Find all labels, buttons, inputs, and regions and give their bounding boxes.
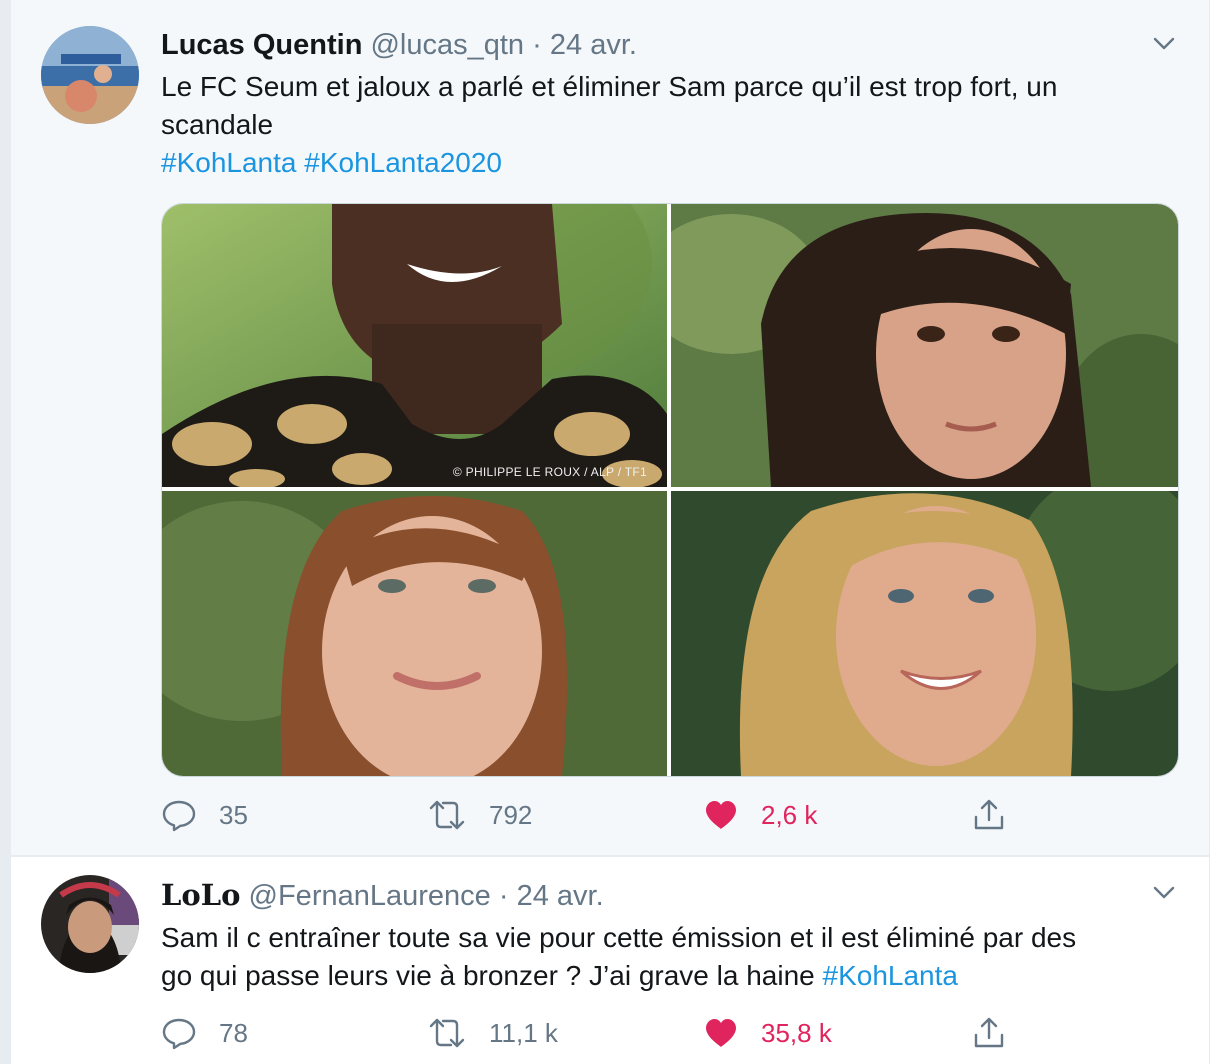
- author-name[interactable]: LoLo: [161, 878, 240, 912]
- photo-credit: © PHILIPPE LE ROUX / ALP / TF1: [452, 465, 647, 479]
- photo[interactable]: © PHILIPPE LE ROUX / ALP / TF1: [162, 204, 667, 487]
- reply-button[interactable]: 78: [161, 1013, 248, 1053]
- avatar-image: [41, 875, 139, 973]
- retweet-icon: [429, 800, 465, 830]
- tweet-header: Lucas Quentin @lucas_qtn · 24 avr.: [161, 28, 637, 62]
- avatar[interactable]: [41, 875, 139, 973]
- like-count: 2,6 k: [761, 799, 818, 830]
- timeline: Lucas Quentin @lucas_qtn · 24 avr. Le FC…: [10, 0, 1210, 1064]
- retweet-button[interactable]: 792: [427, 795, 532, 835]
- photo[interactable]: [671, 491, 1178, 776]
- reply-count: 35: [219, 799, 248, 830]
- tweet-actions: 35 792 2,6 k: [161, 795, 1061, 835]
- author-handle[interactable]: @FernanLaurence: [249, 880, 491, 912]
- share-button[interactable]: [971, 795, 1007, 835]
- photo[interactable]: [162, 491, 667, 776]
- tweet-actions: 78 11,1 k 35,8 k: [161, 1013, 1061, 1053]
- tweet[interactable]: LoLo @FernanLaurence · 24 avr. Sam il c …: [11, 857, 1209, 1064]
- heart-icon: [706, 801, 736, 829]
- photo-image: [671, 491, 1178, 776]
- heart-icon: [706, 1019, 736, 1047]
- reply-count: 78: [219, 1017, 248, 1048]
- hashtag-link[interactable]: #KohLanta2020: [304, 147, 502, 178]
- reply-icon: [162, 800, 196, 832]
- retweet-button[interactable]: 11,1 k: [427, 1013, 558, 1053]
- tweet-text: Le FC Seum et jaloux a parlé et éliminer…: [161, 68, 1171, 182]
- tweet-text-line: go qui passe leurs vie à bronzer ? J’ai …: [161, 957, 1191, 995]
- retweet-icon: [429, 1018, 465, 1048]
- retweet-count: 792: [489, 799, 533, 830]
- grid-divider: [162, 487, 1178, 491]
- like-button[interactable]: 2,6 k: [703, 795, 817, 835]
- reply-button[interactable]: 35: [161, 795, 248, 835]
- retweet-count: 11,1 k: [489, 1017, 558, 1048]
- tweet-header: LoLo @FernanLaurence · 24 avr.: [161, 878, 604, 913]
- reply-icon: [162, 1018, 196, 1050]
- author-name[interactable]: Lucas Quentin: [161, 29, 362, 61]
- hashtag-link[interactable]: #KohLanta: [161, 147, 296, 178]
- chevron-down-icon[interactable]: [1151, 30, 1177, 56]
- separator: ·: [532, 29, 542, 61]
- author-handle[interactable]: @lucas_qtn: [370, 29, 524, 61]
- tweet-date[interactable]: 24 avr.: [517, 880, 604, 912]
- hashtag-list: #KohLanta #KohLanta2020: [161, 144, 1171, 182]
- tweet-date[interactable]: 24 avr.: [550, 29, 637, 61]
- share-button[interactable]: [971, 1013, 1007, 1053]
- avatar[interactable]: [41, 26, 139, 124]
- photo[interactable]: [671, 204, 1178, 487]
- tweet[interactable]: Lucas Quentin @lucas_qtn · 24 avr. Le FC…: [11, 0, 1209, 857]
- like-button[interactable]: 35,8 k: [703, 1013, 832, 1053]
- share-icon: [974, 1017, 1004, 1048]
- photo-grid: © PHILIPPE LE ROUX / ALP / TF1: [161, 203, 1179, 777]
- photo-image: [162, 491, 667, 776]
- photo-image: [162, 204, 667, 487]
- tweet-text-fragment: go qui passe leurs vie à bronzer ? J’ai …: [161, 960, 815, 991]
- photo-image: [671, 204, 1178, 487]
- chevron-down-icon[interactable]: [1151, 879, 1177, 905]
- separator: ·: [498, 880, 509, 912]
- tweet-text-line: Le FC Seum et jaloux a parlé et éliminer…: [161, 71, 1058, 102]
- like-count: 35,8 k: [761, 1017, 832, 1048]
- share-icon: [974, 799, 1004, 830]
- tweet-text-line: Sam il c entraîner toute sa vie pour cet…: [161, 922, 1077, 953]
- hashtag-link[interactable]: #KohLanta: [823, 960, 958, 991]
- tweet-text: Sam il c entraîner toute sa vie pour cet…: [161, 919, 1191, 995]
- avatar-image: [41, 26, 139, 124]
- tweet-text-line: scandale: [161, 109, 274, 140]
